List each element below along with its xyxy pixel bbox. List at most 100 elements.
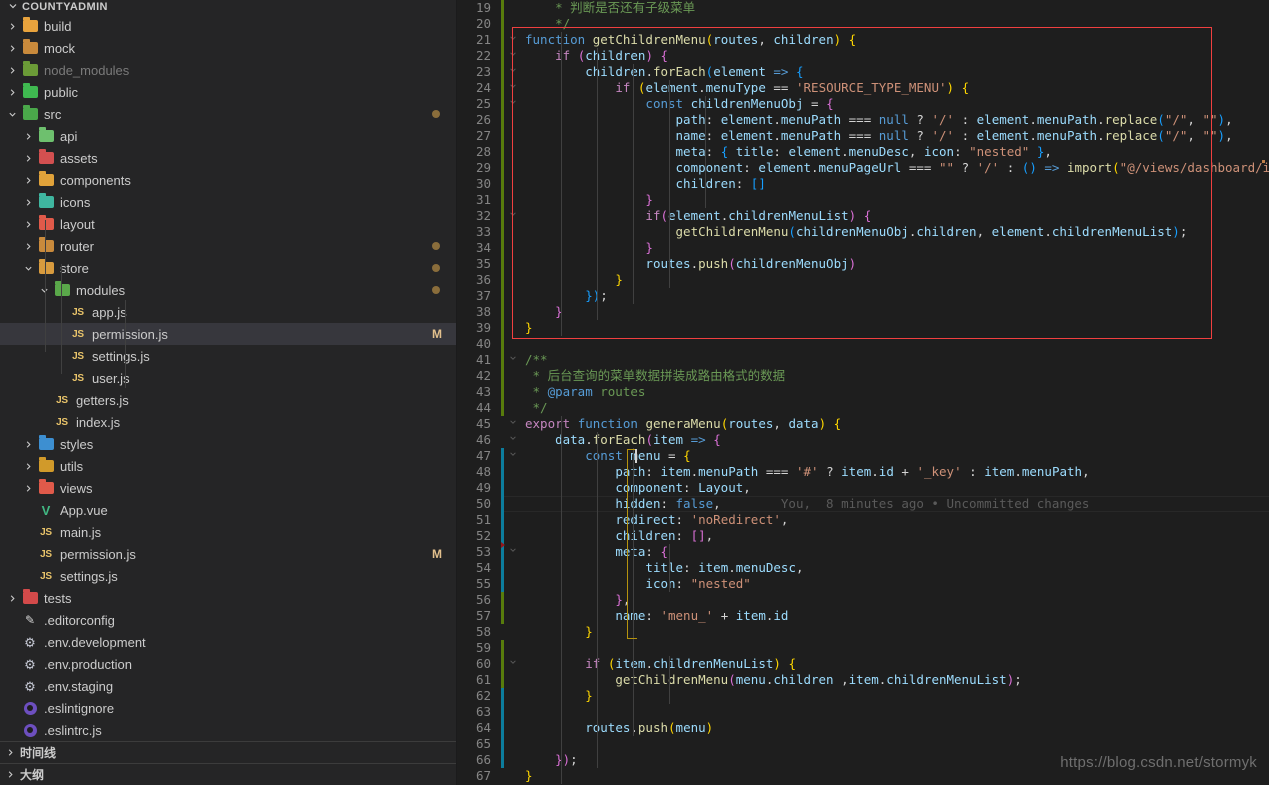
tree-item-env-development[interactable]: ⚙ .env.development — [0, 631, 456, 653]
tree-item-src[interactable]: src — [0, 103, 456, 125]
code-line[interactable]: 56 }, — [457, 592, 1269, 608]
code-line[interactable]: 42 * 后台查询的菜单数据拼装成路由格式的数据 — [457, 368, 1269, 384]
tree-item-user-js[interactable]: JS user.js — [0, 367, 456, 389]
code-line[interactable]: 65 — [457, 736, 1269, 752]
explorer-root-header[interactable]: COUNTYADMIN — [0, 0, 456, 14]
chevron-down-icon[interactable] — [36, 286, 52, 295]
code-line[interactable]: 35 routes.push(childrenMenuObj) — [457, 256, 1269, 272]
code-line[interactable]: 39} — [457, 320, 1269, 336]
code-line[interactable]: 33 getChildrenMenu(childrenMenuObj.child… — [457, 224, 1269, 240]
chevron-right-icon[interactable] — [20, 484, 36, 493]
editor-lines[interactable]: 19 * 判断是否还有子级菜单 20 */21 function getChildr… — [457, 0, 1269, 785]
tree-item-main-js[interactable]: JS main.js — [0, 521, 456, 543]
sidebar-panel-timeline[interactable]: 时间线 — [0, 741, 456, 763]
chevron-right-icon[interactable] — [20, 198, 36, 207]
code-line[interactable]: 49 component: Layout, — [457, 480, 1269, 496]
fold-chevron-icon[interactable] — [507, 416, 519, 432]
chevron-right-icon[interactable] — [20, 440, 36, 449]
code-line[interactable]: 59 — [457, 640, 1269, 656]
fold-chevron-icon[interactable] — [507, 32, 519, 48]
code-line[interactable]: 50 hidden: false, You, 8 minutes ago • U… — [457, 496, 1269, 512]
chevron-right-icon[interactable] — [4, 44, 20, 53]
tree-item-env-staging[interactable]: ⚙ .env.staging — [0, 675, 456, 697]
chevron-right-icon[interactable] — [20, 154, 36, 163]
code-line[interactable]: 44 */ — [457, 400, 1269, 416]
tree-item-build[interactable]: build — [0, 15, 456, 37]
code-line[interactable]: 36 } — [457, 272, 1269, 288]
code-line[interactable]: 20 */ — [457, 16, 1269, 32]
code-line[interactable]: 19 * 判断是否还有子级菜单 — [457, 0, 1269, 16]
fold-chevron-icon[interactable] — [507, 448, 519, 464]
tree-item-tests[interactable]: tests — [0, 587, 456, 609]
tree-item-styles[interactable]: styles — [0, 433, 456, 455]
tree-item-mock[interactable]: mock — [0, 37, 456, 59]
tree-item-utils[interactable]: utils — [0, 455, 456, 477]
tree-item-editorconfig[interactable]: ✎ .editorconfig — [0, 609, 456, 631]
fold-chevron-icon[interactable] — [507, 64, 519, 80]
chevron-right-icon[interactable] — [20, 132, 36, 141]
tree-item-store[interactable]: store — [0, 257, 456, 279]
tree-item-public[interactable]: public — [0, 81, 456, 103]
code-line[interactable]: 24 if (element.menuType == 'RESOURCE_TYP… — [457, 80, 1269, 96]
code-line[interactable]: 62 } — [457, 688, 1269, 704]
code-line[interactable]: 43 * @param routes — [457, 384, 1269, 400]
fold-chevron-icon[interactable] — [507, 352, 519, 368]
code-line[interactable]: 38 } — [457, 304, 1269, 320]
fold-chevron-icon[interactable] — [507, 432, 519, 448]
chevron-right-icon[interactable] — [20, 462, 36, 471]
fold-chevron-icon[interactable] — [507, 48, 519, 64]
tree-item-components[interactable]: components — [0, 169, 456, 191]
fold-chevron-icon[interactable] — [507, 80, 519, 96]
tree-item-modules[interactable]: modules — [0, 279, 456, 301]
code-line[interactable]: 29 component: element.menuPageUrl === ""… — [457, 160, 1269, 176]
code-line[interactable]: 21 function getChildrenMenu(routes, child… — [457, 32, 1269, 48]
chevron-right-icon[interactable] — [20, 176, 36, 185]
fold-chevron-icon[interactable] — [507, 208, 519, 224]
code-line[interactable]: 48 path: item.menuPath === '#' ? item.id… — [457, 464, 1269, 480]
code-line[interactable]: 26 path: element.menuPath === null ? '/'… — [457, 112, 1269, 128]
tree-item-settings-js[interactable]: JS settings.js — [0, 345, 456, 367]
tree-item-views[interactable]: views — [0, 477, 456, 499]
code-line[interactable]: 23 children.forEach(element => { — [457, 64, 1269, 80]
code-line[interactable]: 30 children: [] — [457, 176, 1269, 192]
code-line[interactable]: 60 if (item.childrenMenuList) { — [457, 656, 1269, 672]
tree-item-eslintrc-js[interactable]: .eslintrc.js — [0, 719, 456, 741]
chevron-right-icon[interactable] — [4, 22, 20, 31]
sidebar-panel-outline[interactable]: 大纲 — [0, 763, 456, 785]
tree-item-icons[interactable]: icons — [0, 191, 456, 213]
code-line[interactable]: 47 const menu = { — [457, 448, 1269, 464]
code-line[interactable]: 53 meta: { — [457, 544, 1269, 560]
code-line[interactable]: 51 redirect: 'noRedirect', — [457, 512, 1269, 528]
code-line[interactable]: 52 children: [], — [457, 528, 1269, 544]
tree-item-permission-js[interactable]: JS permission.js M — [0, 323, 456, 345]
tree-item-node-modules[interactable]: node_modules — [0, 59, 456, 81]
code-line[interactable]: 64 routes.push(menu) — [457, 720, 1269, 736]
chevron-right-icon[interactable] — [4, 88, 20, 97]
code-line[interactable]: 57 name: 'menu_' + item.id — [457, 608, 1269, 624]
chevron-right-icon[interactable] — [4, 66, 20, 75]
code-line[interactable]: 40 — [457, 336, 1269, 352]
chevron-right-icon[interactable] — [20, 242, 36, 251]
tree-item-permission-js[interactable]: JS permission.js M — [0, 543, 456, 565]
chevron-down-icon[interactable] — [20, 264, 36, 273]
tree-item-assets[interactable]: assets — [0, 147, 456, 169]
code-line[interactable]: 25 const childrenMenuObj = { — [457, 96, 1269, 112]
tree-item-settings-js[interactable]: JS settings.js — [0, 565, 456, 587]
code-line[interactable]: 61 getChildrenMenu(menu.children ,item.c… — [457, 672, 1269, 688]
tree-item-eslintignore[interactable]: .eslintignore — [0, 697, 456, 719]
chevron-right-icon[interactable] — [4, 594, 20, 603]
code-line[interactable]: 32 if(element.childrenMenuList) { — [457, 208, 1269, 224]
code-editor[interactable]: 19 * 判断是否还有子级菜单 20 */21 function getChildr… — [457, 0, 1269, 785]
code-line[interactable]: 37 }); — [457, 288, 1269, 304]
fold-chevron-icon[interactable] — [507, 96, 519, 112]
tree-item-env-production[interactable]: ⚙ .env.production — [0, 653, 456, 675]
code-line[interactable]: 45 export function generaMenu(routes, dat… — [457, 416, 1269, 432]
tree-item-router[interactable]: router — [0, 235, 456, 257]
code-line[interactable]: 63 — [457, 704, 1269, 720]
code-line[interactable]: 22 if (children) { — [457, 48, 1269, 64]
tree-item-layout[interactable]: layout — [0, 213, 456, 235]
code-line[interactable]: 27 name: element.menuPath === null ? '/'… — [457, 128, 1269, 144]
code-line[interactable]: 31 } — [457, 192, 1269, 208]
fold-chevron-icon[interactable] — [507, 544, 519, 560]
tree-item-app-js[interactable]: JS app.js — [0, 301, 456, 323]
